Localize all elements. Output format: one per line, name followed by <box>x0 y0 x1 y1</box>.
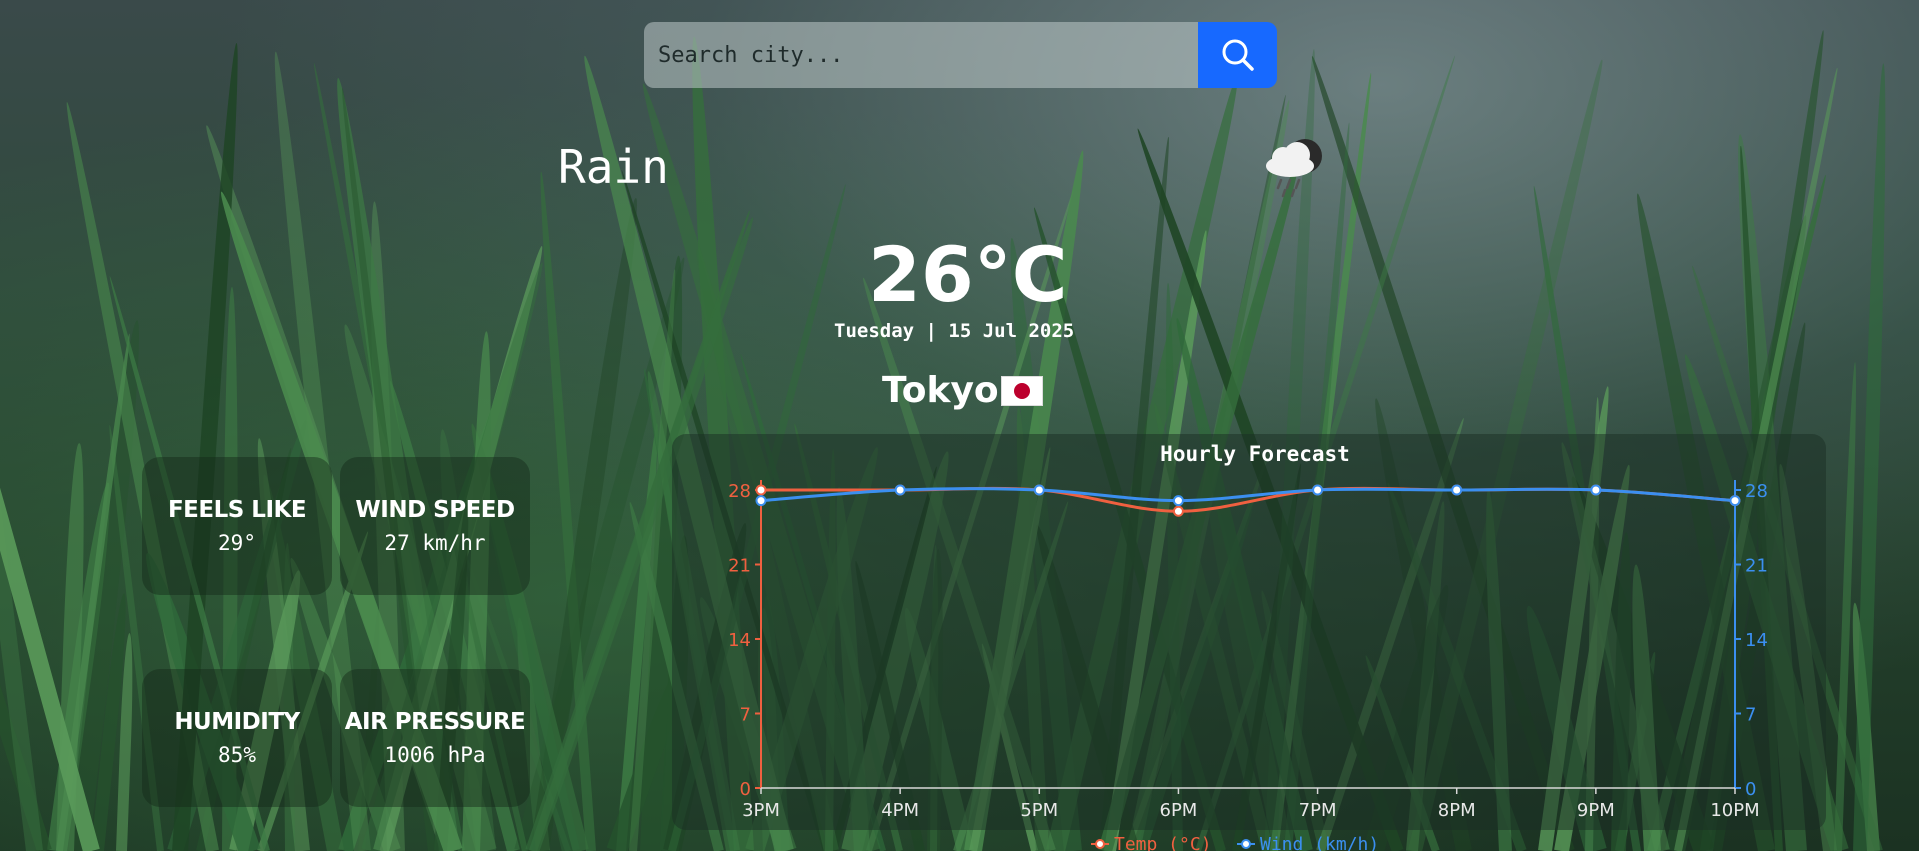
y-left-tick-label: 14 <box>728 630 751 651</box>
wind-series-line <box>760 487 1736 503</box>
legend-temp-label: Temp (°C) <box>1114 834 1212 851</box>
y-left-tick-label: 28 <box>728 481 751 502</box>
y-right-tick-label: 28 <box>1745 481 1768 502</box>
x-tick-label: 10PM <box>1710 800 1759 821</box>
hourly-forecast-chart: Hourly Forecast 0 7 14 21 28 0 7 14 21 28 3PM 4PM 5PM… <box>728 442 1768 851</box>
x-tick-label: 6PM <box>1160 800 1198 821</box>
wind-data-point <box>1451 484 1463 496</box>
y-left-tick-label: 21 <box>728 556 751 577</box>
x-tick-label: 9PM <box>1577 800 1615 821</box>
y-right-tick-label: 0 <box>1745 779 1756 800</box>
chart-title: Hourly Forecast <box>1160 442 1350 466</box>
wind-data-point <box>755 495 767 507</box>
legend-wind-label: Wind (km/h) <box>1260 834 1379 851</box>
y-left-tick-label: 0 <box>740 779 751 800</box>
x-tick-label: 7PM <box>1299 800 1337 821</box>
y-left-tick-label: 7 <box>740 705 751 726</box>
temp-data-point <box>755 484 767 496</box>
y-right-tick-label: 14 <box>1745 630 1768 651</box>
y-right-tick-label: 7 <box>1745 705 1756 726</box>
temp-series-line <box>761 486 1736 513</box>
y-right-tick-label: 21 <box>1745 556 1768 577</box>
wind-data-point <box>1312 484 1324 496</box>
x-tick-label: 3PM <box>742 800 780 821</box>
wind-data-point <box>894 484 906 496</box>
wind-data-point <box>1172 495 1184 507</box>
x-tick-label: 4PM <box>881 800 919 821</box>
legend-wind-marker <box>1241 839 1251 849</box>
temp-data-point <box>1172 505 1184 517</box>
wind-data-point <box>1590 484 1602 496</box>
wind-data-point <box>1033 484 1045 496</box>
x-tick-label: 8PM <box>1438 800 1476 821</box>
x-tick-label: 5PM <box>1020 800 1058 821</box>
wind-data-point <box>1729 495 1741 507</box>
legend-temp-marker <box>1095 839 1105 849</box>
